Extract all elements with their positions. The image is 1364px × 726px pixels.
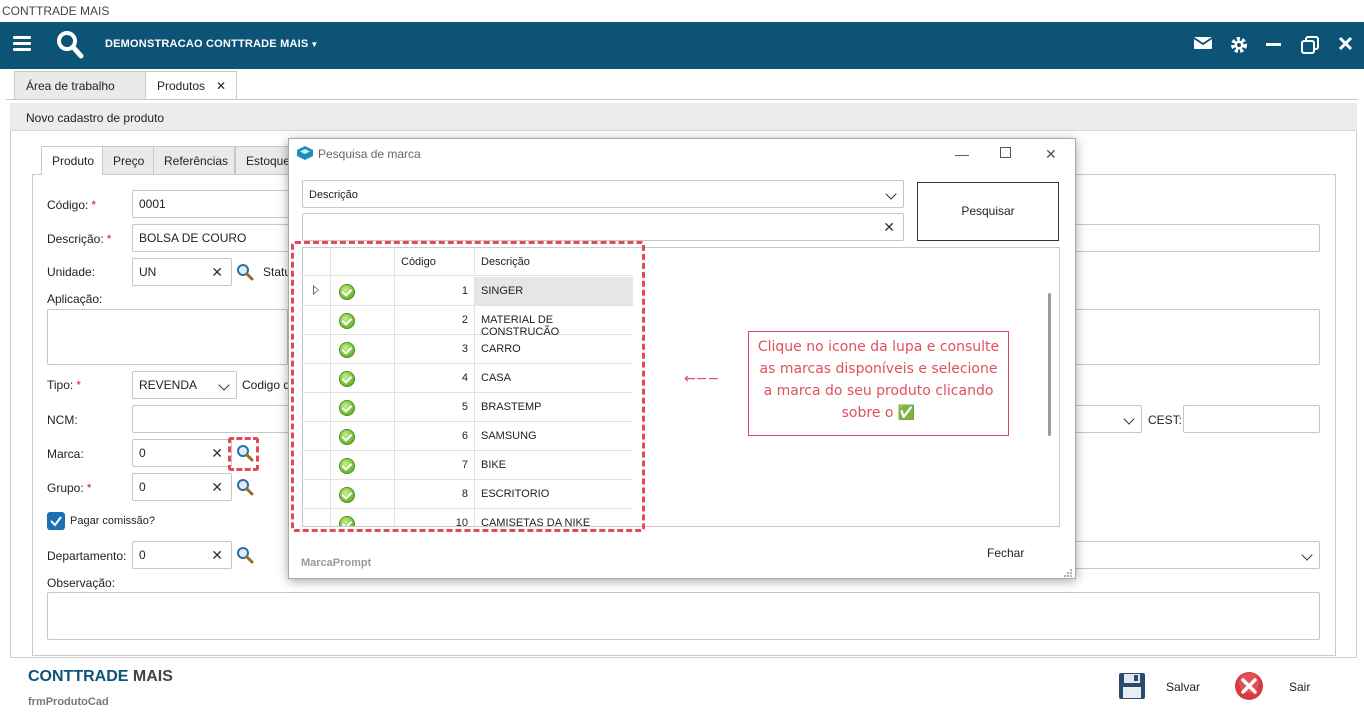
exit-icon[interactable]: [1234, 671, 1264, 701]
chevron-down-icon: [885, 188, 897, 200]
departamento-input[interactable]: 0 ✕: [132, 541, 232, 569]
ncm-input[interactable]: [132, 405, 292, 433]
top-bar: DEMONSTRACAO CONTTRADE MAIS ▼: [0, 22, 1364, 69]
tabs-divider: [6, 99, 1358, 100]
status-label: Statu: [263, 265, 292, 279]
marca-label: Marca:: [47, 447, 84, 461]
descricao-label: Descrição: *: [47, 232, 112, 246]
save-button[interactable]: Salvar: [1166, 680, 1200, 694]
aplicacao-textarea-right-part[interactable]: [1074, 309, 1320, 365]
grid-scrollbar[interactable]: [1048, 293, 1051, 436]
tipo-value: REVENDA: [139, 378, 198, 392]
dialog-close-icon[interactable]: ✕: [1045, 146, 1057, 163]
resize-grip-icon[interactable]: [1064, 567, 1073, 577]
grupo-lookup-magnifier-icon[interactable]: [236, 478, 254, 496]
marca-input[interactable]: 0 ✕: [132, 439, 232, 467]
highlight-grid: [291, 241, 645, 532]
ncm-label: NCM:: [47, 413, 78, 427]
form-header: Novo cadastro de produto: [10, 103, 1357, 131]
tipo-select[interactable]: REVENDA: [132, 371, 237, 399]
departamento-lookup-magnifier-icon[interactable]: [236, 546, 254, 564]
active-tab-joint: [42, 174, 102, 176]
filter-field-value: Descrição: [309, 189, 358, 201]
gear-icon[interactable]: [1229, 35, 1251, 55]
search-icon[interactable]: [56, 30, 84, 60]
pesquisar-button[interactable]: Pesquisar: [917, 182, 1059, 241]
tab-produtos[interactable]: Produtos ✕: [145, 71, 237, 100]
close-icon[interactable]: [1338, 35, 1360, 55]
filter-field-select[interactable]: Descrição: [302, 180, 904, 208]
marca-search-input[interactable]: ✕: [302, 213, 904, 241]
brand-logo: CONTTRADE MAIS: [28, 668, 173, 685]
clear-search-icon[interactable]: ✕: [883, 219, 895, 236]
chevron-down-icon: [1123, 413, 1135, 425]
dialog-title: Pesquisa de marca: [318, 147, 421, 161]
aplicacao-label: Aplicação:: [47, 292, 103, 306]
grupo-label: Grupo: *: [47, 481, 92, 495]
fechar-button[interactable]: Fechar: [987, 546, 1024, 560]
hamburger-menu-icon[interactable]: [13, 36, 31, 52]
ncm-select-right-part[interactable]: [1074, 405, 1142, 433]
descricao-input[interactable]: BOLSA DE COURO: [132, 224, 292, 252]
observacao-label: Observação:: [47, 576, 116, 590]
grupo-input[interactable]: 0 ✕: [132, 473, 232, 501]
cest-label: CEST:: [1148, 413, 1183, 427]
tab-area-de-trabalho[interactable]: Área de trabalho: [14, 71, 146, 100]
codigo-input[interactable]: 0001: [132, 190, 292, 218]
clear-icon[interactable]: ✕: [211, 479, 223, 496]
grupo-value: 0: [139, 480, 146, 494]
tab-referencias[interactable]: Referências: [153, 146, 235, 175]
save-icon[interactable]: [1118, 672, 1146, 700]
window-title: CONTTRADE MAIS: [2, 4, 110, 18]
tab-estoque[interactable]: Estoque: [235, 146, 291, 175]
codigo-label: Código: *: [47, 198, 97, 212]
minimize-icon[interactable]: [1265, 35, 1287, 55]
clear-icon[interactable]: ✕: [211, 445, 223, 462]
departamento-label: Departamento:: [47, 549, 127, 563]
chevron-down-icon: [218, 379, 230, 391]
dialog-footer-name: MarcaPrompt: [301, 557, 372, 569]
marca-value: 0: [139, 446, 146, 460]
departamento-value: 0: [139, 548, 146, 562]
unidade-input[interactable]: UN ✕: [132, 258, 232, 286]
dialog-minimize-icon[interactable]: —: [955, 146, 969, 162]
clear-icon[interactable]: ✕: [211, 547, 223, 564]
dialog-maximize-icon[interactable]: [1000, 147, 1011, 158]
company-selector[interactable]: DEMONSTRACAO CONTTRADE MAIS ▼: [105, 38, 319, 50]
mail-icon[interactable]: [1193, 35, 1215, 55]
descricao-input-right-part[interactable]: [1074, 224, 1320, 252]
chevron-down-icon: [1301, 549, 1313, 561]
restore-window-icon[interactable]: [1300, 35, 1322, 55]
check-icon: [50, 516, 62, 527]
pagar-comissao-label: Pagar comissão?: [70, 515, 155, 527]
annotation-callout: Clique no icone da lupa e consulte as ma…: [748, 331, 1009, 436]
lookup-magnifier-icon[interactable]: [236, 263, 254, 281]
tab-label: Produtos: [157, 79, 206, 93]
form-id: frmProdutoCad: [28, 696, 109, 708]
cest-input[interactable]: [1183, 405, 1320, 433]
chevron-down-icon: ▼: [310, 40, 319, 49]
highlight-marca-lookup: [228, 437, 259, 471]
clear-icon[interactable]: ✕: [211, 264, 223, 281]
tipo-label: Tipo: *: [47, 378, 81, 392]
unidade-label: Unidade:: [47, 265, 96, 279]
departamento-select-right-part[interactable]: [1074, 541, 1320, 569]
company-name: DEMONSTRACAO CONTTRADE MAIS: [105, 38, 309, 50]
close-tab-icon[interactable]: ✕: [216, 79, 226, 93]
observacao-textarea[interactable]: [47, 592, 1320, 640]
unidade-value: UN: [139, 265, 157, 279]
app-logo-icon: [297, 146, 313, 160]
aplicacao-textarea[interactable]: [47, 309, 288, 365]
tab-preco[interactable]: Preço: [102, 146, 154, 175]
pagar-comissao-checkbox[interactable]: [47, 512, 65, 530]
tab-label: Área de trabalho: [26, 79, 115, 93]
exit-button[interactable]: Sair: [1289, 680, 1310, 694]
app-root: CONTTRADE MAIS DEMONSTRACAO CONTTRADE MA…: [0, 0, 1364, 726]
tab-produto[interactable]: Produto: [41, 146, 103, 175]
annotation-arrow: ←−−: [684, 371, 720, 387]
